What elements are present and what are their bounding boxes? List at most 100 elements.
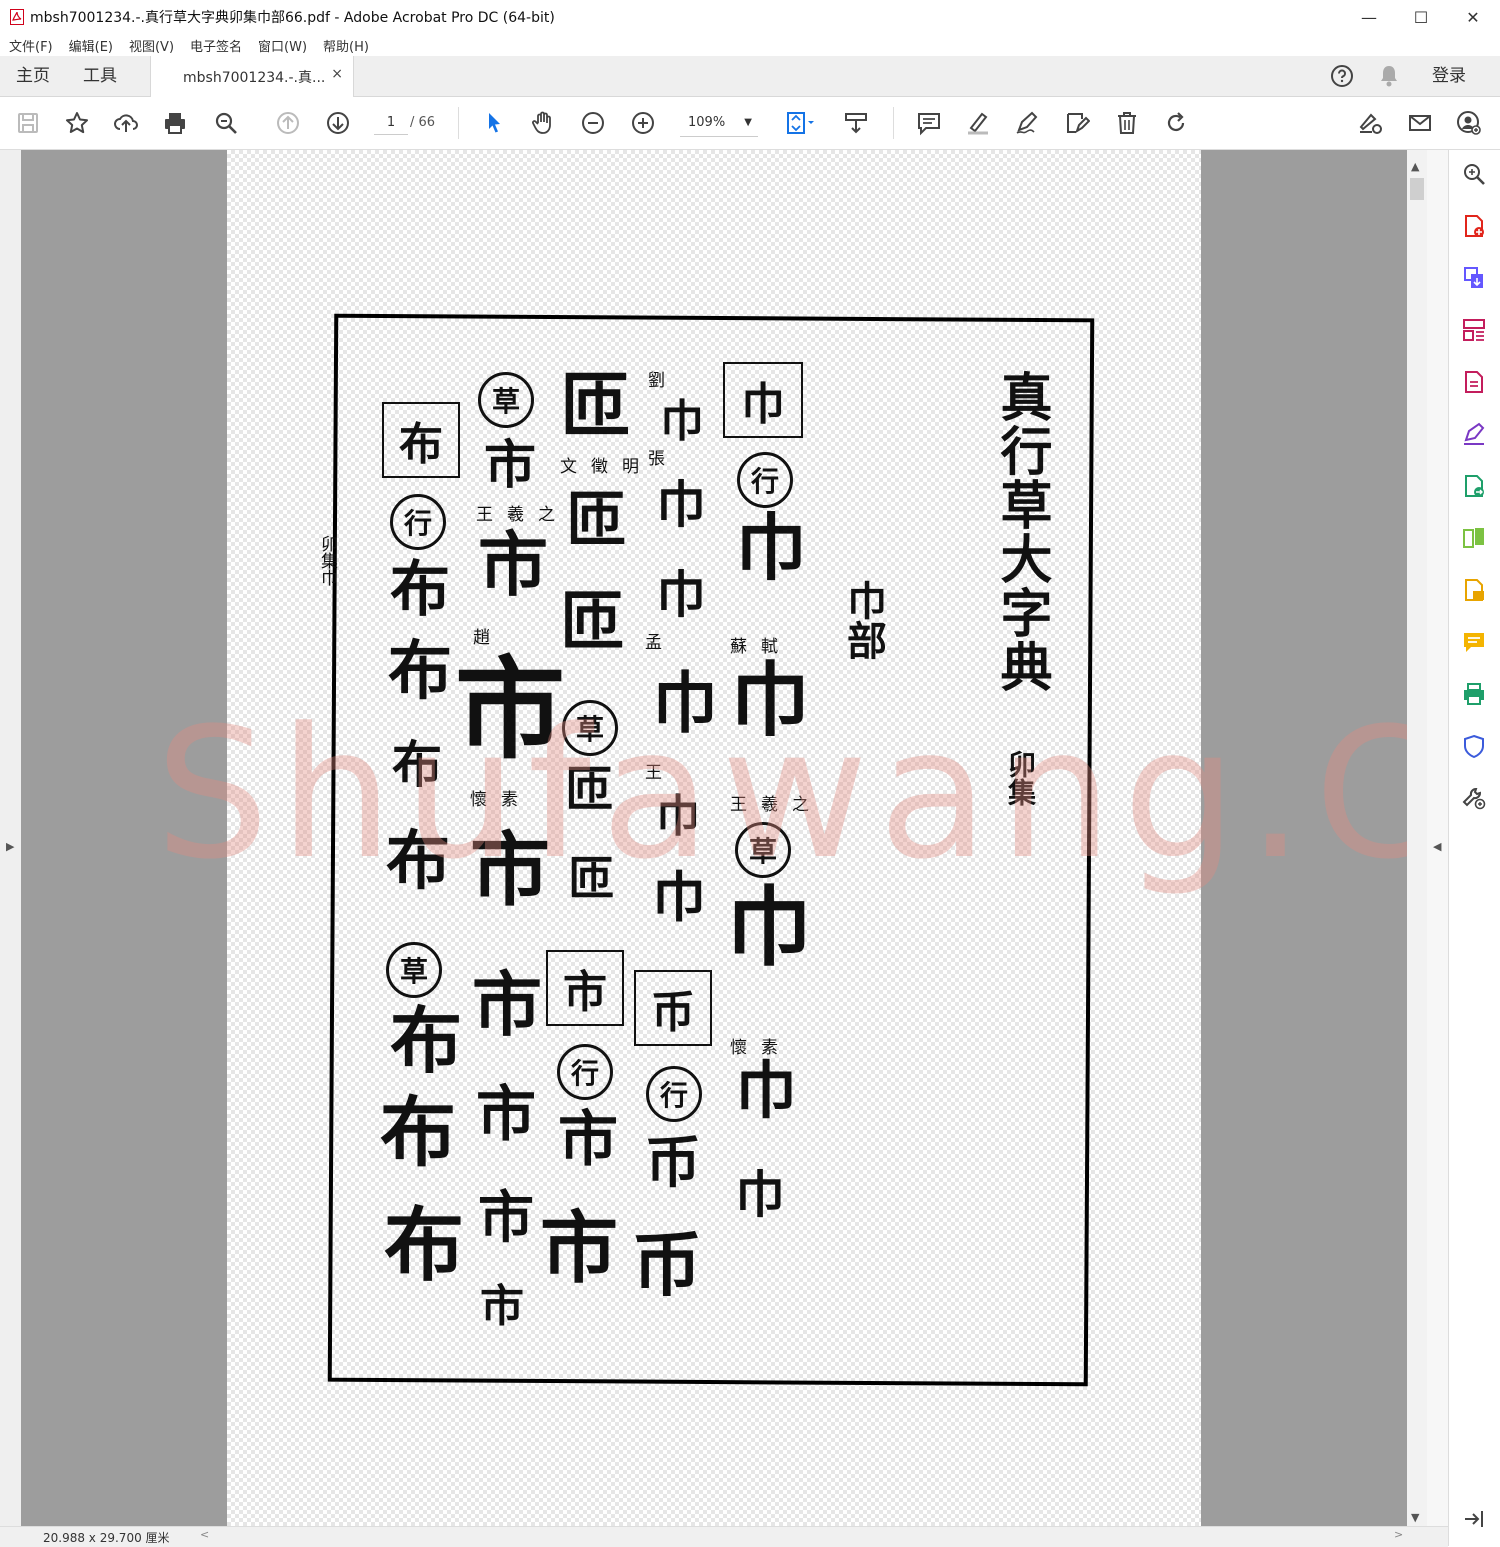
zoom-scan-icon xyxy=(1464,164,1485,185)
print-button[interactable] xyxy=(159,107,191,139)
print-production-tool[interactable] xyxy=(1460,680,1488,708)
scan-ocr-icon xyxy=(1465,579,1484,601)
help-icon[interactable] xyxy=(1330,64,1354,88)
star-icon xyxy=(66,112,88,134)
status-bar: 20.988 x 29.700 厘米 < > xyxy=(0,1526,1448,1547)
volume-label: 卯集 xyxy=(1004,750,1037,806)
vertical-scrollbar[interactable]: ▲ ▼ xyxy=(1407,150,1427,1526)
menu-file[interactable]: 文件(F) xyxy=(9,36,53,55)
compare-icon xyxy=(1463,528,1484,548)
source-label: 劉 xyxy=(648,371,679,391)
login-button[interactable]: 登录 xyxy=(1432,56,1466,96)
create-pdf-tool[interactable] xyxy=(1460,212,1488,240)
request-signature-button[interactable] xyxy=(1354,107,1386,139)
export-pdf-tool[interactable] xyxy=(1460,264,1488,292)
select-tool-button[interactable] xyxy=(478,107,510,139)
protect-tool[interactable] xyxy=(1460,732,1488,760)
entry-box-shi: 市 xyxy=(546,950,624,1026)
upload-button[interactable] xyxy=(110,107,142,139)
bookmark-button[interactable] xyxy=(61,107,93,139)
menu-help[interactable]: 帮助(H) xyxy=(323,36,369,55)
scroll-mode-button[interactable] xyxy=(840,107,872,139)
wrench-add-icon xyxy=(1462,788,1486,810)
delete-button[interactable] xyxy=(1111,107,1143,139)
chevron-left-icon: ◀ xyxy=(1433,840,1442,853)
scroll-up-arrow-icon[interactable]: ▲ xyxy=(1411,160,1419,173)
close-tab-icon[interactable]: × xyxy=(331,66,343,82)
glyph-shi-6: 市 xyxy=(470,823,550,917)
prev-page-button[interactable] xyxy=(272,107,304,139)
glyph-jin-9: 巾 xyxy=(652,664,718,742)
right-panel-toggle[interactable]: ◀ xyxy=(1427,150,1448,1526)
tab-home[interactable]: 主页 xyxy=(16,56,50,96)
fill-sign-tool[interactable] xyxy=(1460,420,1488,448)
rotate-button[interactable] xyxy=(1160,107,1192,139)
scroll-left-arrow-icon[interactable]: < xyxy=(200,1528,209,1541)
tab-tools[interactable]: 工具 xyxy=(83,56,117,96)
title-bar: mbsh7001234.-.真行草大字典卯集巾部66.pdf - Adobe A… xyxy=(0,0,1500,34)
tools-pane xyxy=(1448,150,1500,1546)
comment-icon xyxy=(918,113,940,136)
fill-sign-button[interactable] xyxy=(1061,107,1093,139)
cloud-upload-icon xyxy=(114,114,138,132)
page-number-input[interactable]: 1 xyxy=(374,112,408,135)
enhance-scan-tool[interactable] xyxy=(1460,160,1488,188)
hand-tool-button[interactable] xyxy=(527,107,559,139)
export-pdf-icon xyxy=(1464,267,1483,288)
glyph-bu-2: 布 xyxy=(388,634,452,709)
printer-icon xyxy=(165,113,185,134)
save-button[interactable] xyxy=(12,107,44,139)
glyph-za-1: 匝 xyxy=(560,363,630,446)
fill-sign-icon xyxy=(1067,113,1090,134)
send-for-review-tool[interactable] xyxy=(1460,472,1488,500)
xing-mark: 行 xyxy=(737,452,793,508)
scroll-right-arrow-icon[interactable]: > xyxy=(1394,1528,1403,1541)
menu-window[interactable]: 窗口(W) xyxy=(258,36,307,55)
collapse-tools-pane[interactable] xyxy=(1460,1505,1488,1533)
bell-icon[interactable] xyxy=(1378,64,1400,88)
find-button[interactable] xyxy=(210,107,242,139)
zoom-out-button[interactable] xyxy=(577,107,609,139)
cao-mark: 草 xyxy=(386,942,442,998)
next-page-button[interactable] xyxy=(322,107,354,139)
edit-pdf-tool[interactable] xyxy=(1460,368,1488,396)
menu-esign[interactable]: 电子签名 xyxy=(190,36,242,55)
comment-button[interactable] xyxy=(913,107,945,139)
scroll-mode-icon xyxy=(845,113,867,134)
comment-tool[interactable] xyxy=(1460,628,1488,656)
glyph-bu-7: 布 xyxy=(384,1198,464,1292)
share-user-button[interactable] xyxy=(1453,107,1485,139)
source-label: 文徵明 xyxy=(560,457,653,477)
glyph-shi-5: 市 xyxy=(455,645,565,774)
glyph-bu-5: 布 xyxy=(390,998,463,1083)
zoom-value: 109% xyxy=(688,115,726,130)
chevron-right-icon: ▶ xyxy=(6,840,15,853)
scrollbar-thumb[interactable] xyxy=(1410,178,1424,200)
email-button[interactable] xyxy=(1404,107,1436,139)
menu-edit[interactable]: 编辑(E) xyxy=(69,36,113,55)
organize-pages-icon xyxy=(1463,319,1485,341)
highlight-button[interactable] xyxy=(962,107,994,139)
tab-document[interactable]: mbsh7001234.-.真... × xyxy=(150,56,354,97)
compare-files-tool[interactable] xyxy=(1460,524,1488,552)
glyph-jin-6: 巾 xyxy=(660,396,704,447)
shield-icon xyxy=(1464,734,1484,759)
menu-view[interactable]: 视图(V) xyxy=(129,36,174,55)
glyph-za-4: 匝 xyxy=(565,761,614,817)
arrow-up-circle-icon xyxy=(277,112,299,134)
minimize-button[interactable]: — xyxy=(1344,0,1394,34)
glyph-bu-3: 布 xyxy=(392,735,442,794)
left-panel-toggle[interactable]: ▶ xyxy=(0,150,21,1526)
close-window-button[interactable]: ✕ xyxy=(1448,0,1498,34)
more-tools[interactable] xyxy=(1460,784,1488,812)
page-fit-button[interactable] xyxy=(780,107,820,139)
scroll-down-arrow-icon[interactable]: ▼ xyxy=(1411,1511,1419,1524)
minus-circle-icon xyxy=(582,112,604,134)
zoom-in-button[interactable] xyxy=(627,107,659,139)
zoom-select[interactable]: 109% ▼ xyxy=(680,110,758,137)
scan-ocr-tool[interactable] xyxy=(1460,576,1488,604)
cao-mark: 草 xyxy=(735,822,791,878)
organize-pages-tool[interactable] xyxy=(1460,316,1488,344)
maximize-button[interactable]: ☐ xyxy=(1396,0,1446,34)
draw-button[interactable] xyxy=(1011,107,1043,139)
